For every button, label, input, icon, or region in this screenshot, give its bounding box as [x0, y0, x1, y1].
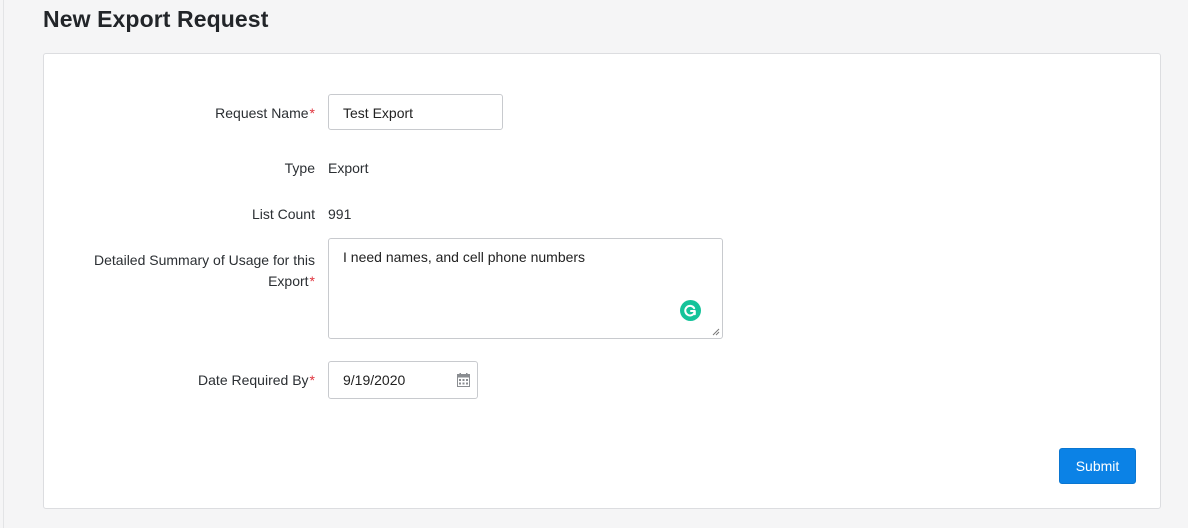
page-title: New Export Request: [43, 6, 269, 32]
list-count-label: List Count: [251, 206, 315, 222]
request-name-input[interactable]: Test Export: [328, 94, 503, 130]
list-count-value: 991: [328, 206, 352, 222]
summary-label-line2: Export: [268, 273, 309, 289]
summary-label: Detailed Summary of Usage for this Expor…: [94, 250, 315, 292]
type-value: Export: [328, 160, 369, 176]
date-required-input[interactable]: 9/19/2020: [328, 361, 478, 399]
summary-text: I need names, and cell phone numbers: [343, 249, 586, 265]
required-marker: *: [309, 273, 315, 289]
date-required-value: 9/19/2020: [343, 372, 406, 388]
resize-handle-icon[interactable]: [712, 328, 720, 336]
date-required-label: Date Required By*: [198, 370, 315, 391]
submit-button[interactable]: Submit: [1059, 448, 1136, 484]
required-marker: *: [309, 372, 315, 388]
summary-textarea[interactable]: I need names, and cell phone numbers: [328, 238, 723, 339]
required-marker: *: [309, 105, 315, 121]
date-required-label-text: Date Required By: [198, 372, 309, 388]
request-name-label: Request Name*: [215, 103, 315, 124]
type-label: Type: [284, 160, 315, 176]
grammarly-icon[interactable]: [680, 300, 701, 321]
request-name-label-text: Request Name: [215, 105, 309, 121]
summary-label-line1: Detailed Summary of Usage for this: [94, 252, 315, 268]
export-request-form: Request Name* Test Export Type Export Li…: [43, 53, 1161, 509]
app-frame: New Export Request Request Name* Test Ex…: [3, 0, 1188, 528]
calendar-icon[interactable]: [457, 373, 470, 387]
